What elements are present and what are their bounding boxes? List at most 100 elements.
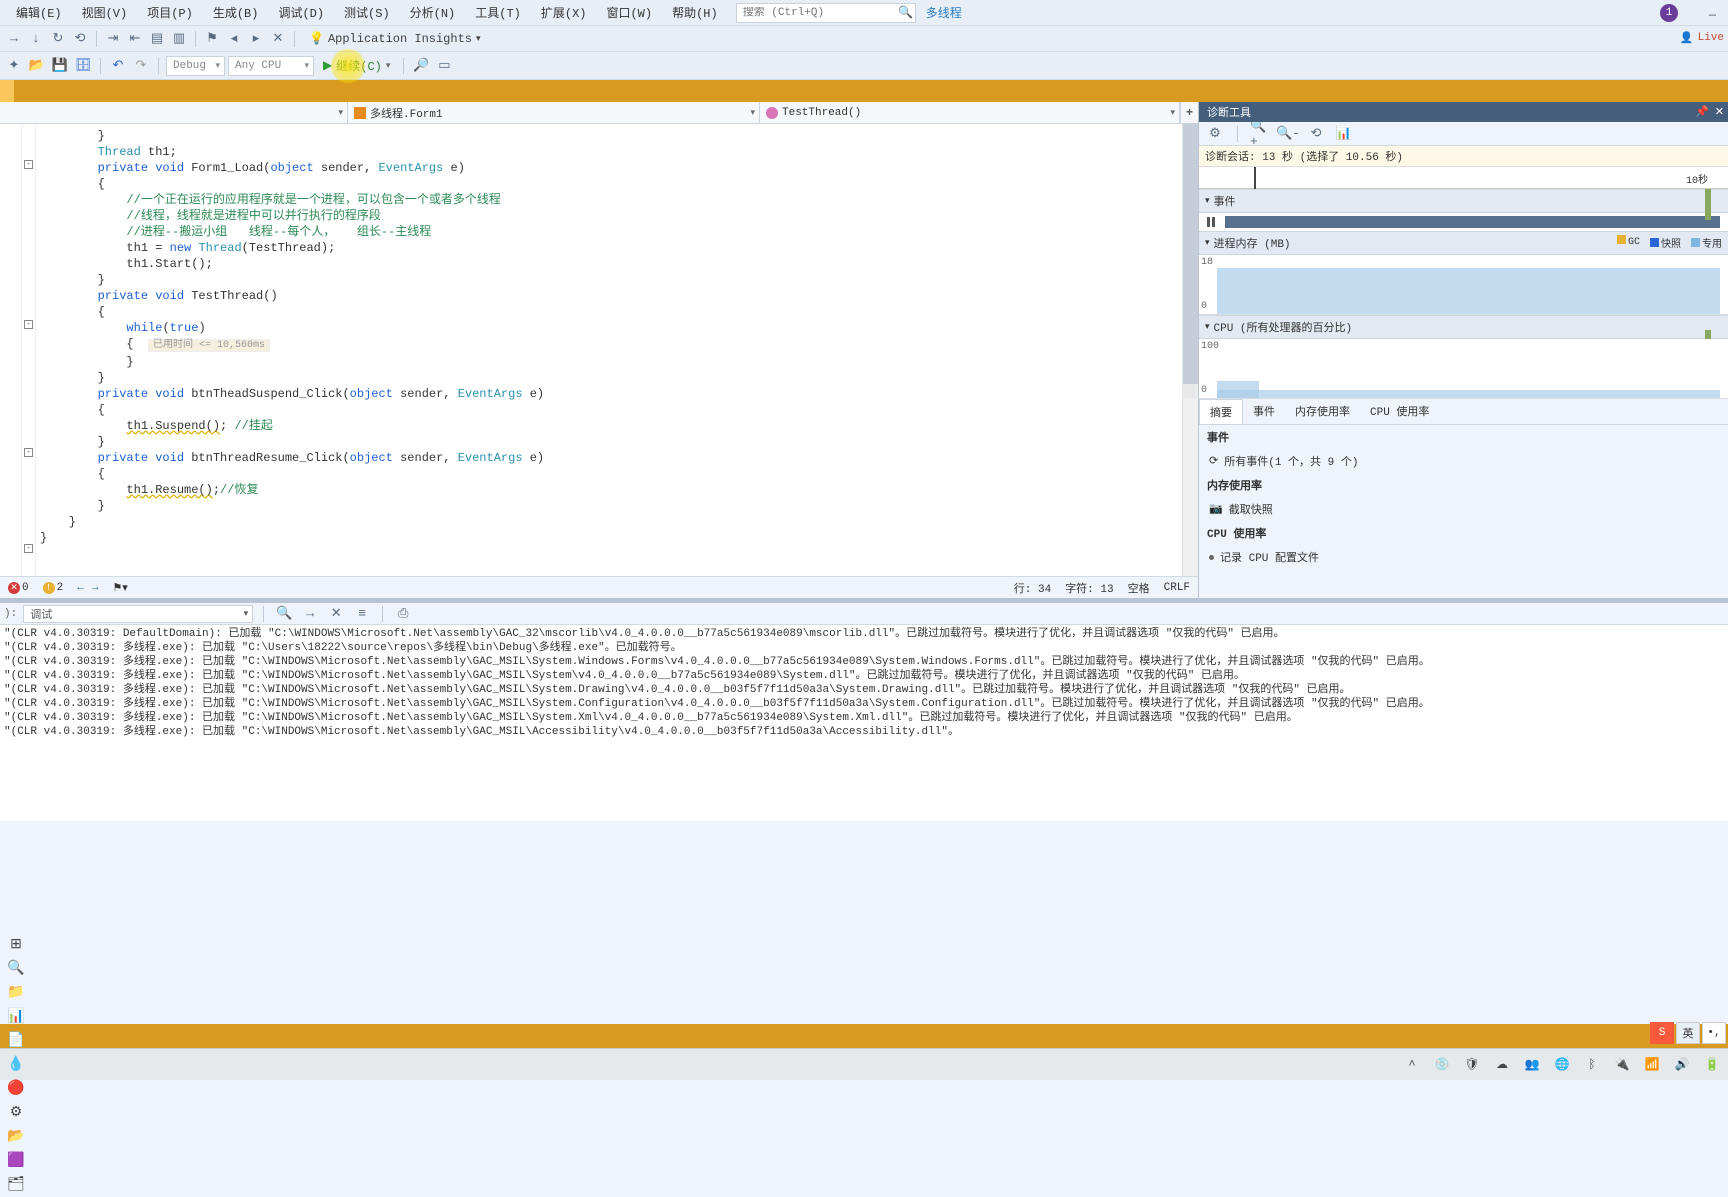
out-find-icon[interactable]: 🔍 <box>274 604 294 624</box>
reset-zoom-icon[interactable]: ⟲ <box>1306 124 1326 144</box>
tray-drive-icon[interactable]: 💿 <box>1430 1053 1454 1077</box>
menu-item[interactable]: 视图(V) <box>72 3 138 25</box>
tray-people-icon[interactable]: 👥 <box>1520 1053 1544 1077</box>
diag-tab[interactable]: 摘要 <box>1199 399 1243 424</box>
time-marker[interactable] <box>1254 167 1256 189</box>
comment-icon[interactable]: ▤ <box>147 29 167 49</box>
zoom-in-icon[interactable]: 🔍+ <box>1250 124 1270 144</box>
scope-dropdown[interactable]: ▾ <box>0 102 348 123</box>
code-editor[interactable]: - - - - } Thread th1; private void Form1… <box>0 124 1198 576</box>
tray-network-icon[interactable]: 🌐 <box>1550 1053 1574 1077</box>
prev-bookmark-icon[interactable]: ◂ <box>224 29 244 49</box>
new-icon[interactable]: ✦ <box>4 56 24 76</box>
find-icon[interactable]: 🔎 <box>411 56 431 76</box>
menu-item[interactable]: 分析(N) <box>400 3 466 25</box>
config-dropdown[interactable]: Debug <box>166 56 225 76</box>
taskbar-app-icon[interactable]: 📄 <box>4 1029 28 1053</box>
out-clear-icon[interactable]: ✕ <box>326 604 346 624</box>
tray-cloud-icon[interactable]: ☁ <box>1490 1053 1514 1077</box>
ime-punct-button[interactable]: •, <box>1702 1022 1726 1044</box>
taskbar-app-icon[interactable]: 🔍 <box>4 957 28 981</box>
taskbar-app-icon[interactable]: 📊 <box>4 1005 28 1029</box>
pause-icon[interactable] <box>1207 217 1215 227</box>
app-insights-dropdown[interactable]: 💡 Application Insights ▾ <box>309 31 481 46</box>
menu-item[interactable]: 项目(P) <box>137 3 203 25</box>
menu-item[interactable]: 帮助(H) <box>662 3 728 25</box>
zoom-out-icon[interactable]: 🔍- <box>1278 124 1298 144</box>
search-box[interactable]: 🔍 <box>736 3 916 23</box>
warning-count[interactable]: !2 <box>43 582 64 594</box>
cpu-chart[interactable]: 100 0 <box>1199 339 1728 399</box>
time-ruler[interactable]: 10秒 <box>1199 167 1728 189</box>
close-icon[interactable]: ✕ <box>1715 105 1724 119</box>
active-tab-corner[interactable] <box>0 80 14 102</box>
indent-indicator[interactable]: 空格 <box>1128 580 1150 596</box>
line-indicator[interactable]: 行: 34 <box>1014 580 1051 596</box>
step-over-icon[interactable]: → <box>4 29 24 49</box>
solution-link[interactable]: 多线程 <box>926 4 962 21</box>
indent-icon[interactable]: ⇥ <box>103 29 123 49</box>
restart-icon[interactable]: ⟲ <box>70 29 90 49</box>
taskbar-app-icon[interactable]: 🔴 <box>4 1077 28 1101</box>
cpu-header[interactable]: ▾CPU (所有处理器的百分比) <box>1199 315 1728 339</box>
prev-issue-icon[interactable]: ← <box>77 582 84 594</box>
taskbar-app-icon[interactable]: ⚙ <box>4 1101 28 1125</box>
menu-item[interactable]: 工具(T) <box>465 3 531 25</box>
type-dropdown[interactable]: 多线程.Form1▾ <box>348 102 760 123</box>
fold-box[interactable]: - <box>24 448 33 457</box>
tray-volume-icon[interactable]: 🔊 <box>1670 1053 1694 1077</box>
fold-box[interactable]: - <box>24 544 33 553</box>
undo-icon[interactable]: ↶ <box>108 56 128 76</box>
menu-item[interactable]: 生成(B) <box>203 3 269 25</box>
platform-dropdown[interactable]: Any CPU <box>228 56 314 76</box>
tray-bt-icon[interactable]: ᛒ <box>1580 1053 1604 1077</box>
flag-icon[interactable]: ⚑▾ <box>112 581 127 595</box>
settings-icon[interactable]: ⚙ <box>1205 124 1225 144</box>
split-button[interactable]: + <box>1180 102 1198 123</box>
taskbar-app-icon[interactable]: ⊞ <box>4 933 28 957</box>
step-out-icon[interactable]: ↻ <box>48 29 68 49</box>
save-icon[interactable]: 💾 <box>50 56 70 76</box>
redo-icon[interactable]: ↷ <box>131 56 151 76</box>
fold-gutter[interactable]: - - - - <box>22 124 36 576</box>
diag-tab[interactable]: 事件 <box>1243 399 1285 424</box>
diag-tab[interactable]: CPU 使用率 <box>1360 399 1439 424</box>
uncomment-icon[interactable]: ▥ <box>169 29 189 49</box>
taskbar-app-icon[interactable]: 🗂 <box>4 1173 28 1197</box>
live-share[interactable]: 👤 Live <box>1680 31 1724 45</box>
out-toggle-icon[interactable]: ⎙ <box>393 604 413 624</box>
ime-sogou-button[interactable]: S <box>1650 1022 1674 1044</box>
events-row[interactable]: ⟳所有事件(1 个，共 9 个) <box>1199 449 1728 473</box>
scrollbar-thumb[interactable] <box>1183 124 1198 384</box>
next-issue-icon[interactable]: → <box>92 582 99 594</box>
user-badge[interactable]: 1 <box>1660 4 1678 22</box>
bookmark-flag-icon[interactable]: ⚑ <box>202 29 222 49</box>
step-into-icon[interactable]: ↓ <box>26 29 46 49</box>
tray-up-icon[interactable]: ^ <box>1400 1053 1424 1077</box>
menu-item[interactable]: 编辑(E) <box>6 3 72 25</box>
taskbar-app-icon[interactable]: 🟪 <box>4 1149 28 1173</box>
taskbar-app-icon[interactable]: 💧 <box>4 1053 28 1077</box>
menu-item[interactable]: 测试(S) <box>334 3 400 25</box>
menu-item[interactable]: 窗口(W) <box>596 3 662 25</box>
tray-battery-icon[interactable]: 🔋 <box>1700 1053 1724 1077</box>
output-text[interactable]: "(CLR v4.0.30319: DefaultDomain): 已加载 "C… <box>0 625 1728 821</box>
eol-indicator[interactable]: CRLF <box>1164 582 1190 594</box>
breakpoint-gutter[interactable] <box>0 124 22 576</box>
outdent-icon[interactable]: ⇤ <box>125 29 145 49</box>
col-indicator[interactable]: 字符: 13 <box>1065 580 1113 596</box>
chart-icon[interactable]: 📊 <box>1334 124 1354 144</box>
out-goto-icon[interactable]: → <box>300 604 320 624</box>
search-input[interactable] <box>737 7 897 19</box>
minimize-icon[interactable]: — <box>1709 8 1716 22</box>
events-header[interactable]: ▾事件 <box>1199 189 1728 213</box>
clear-bookmark-icon[interactable]: ✕ <box>268 29 288 49</box>
member-dropdown[interactable]: TestThread()▾ <box>760 102 1180 123</box>
open-icon[interactable]: 📂 <box>27 56 47 76</box>
memory-chart[interactable]: 18 0 <box>1199 255 1728 315</box>
browser-icon[interactable]: ▭ <box>434 56 454 76</box>
menu-item[interactable]: 调试(D) <box>268 3 334 25</box>
tray-power-icon[interactable]: 🔌 <box>1610 1053 1634 1077</box>
snapshot-row[interactable]: 📷截取快照 <box>1199 497 1728 521</box>
pin-icon[interactable]: 📌 <box>1695 105 1709 119</box>
